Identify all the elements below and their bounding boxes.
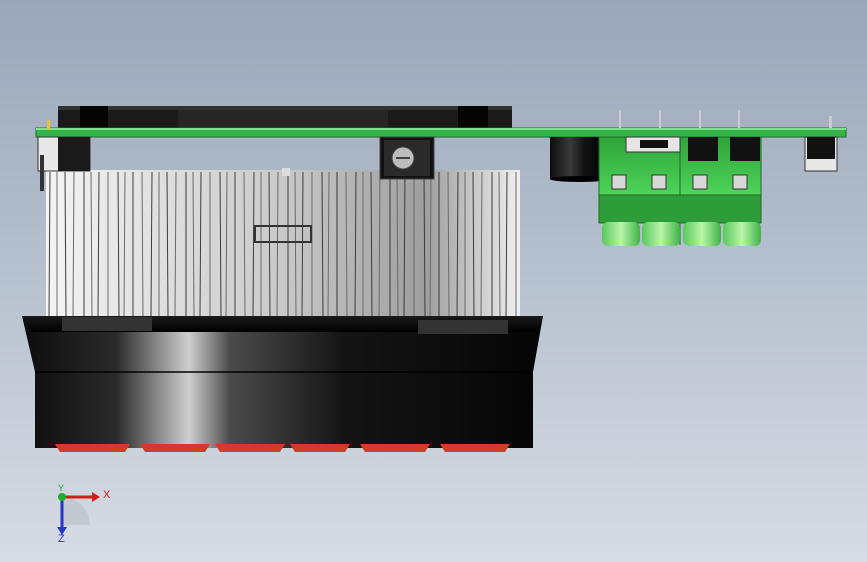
y-axis-label: Y bbox=[58, 483, 65, 493]
x-axis-label: X bbox=[103, 489, 111, 501]
pcb-board bbox=[35, 127, 847, 138]
model-view[interactable] bbox=[0, 0, 867, 562]
3d-viewport[interactable]: X Y Z bbox=[0, 0, 867, 562]
z-axis-label: Z bbox=[58, 533, 65, 545]
orientation-triad bbox=[57, 492, 100, 535]
cooling-fan bbox=[22, 316, 543, 452]
potentiometer bbox=[379, 136, 435, 180]
heatsink bbox=[46, 168, 520, 318]
